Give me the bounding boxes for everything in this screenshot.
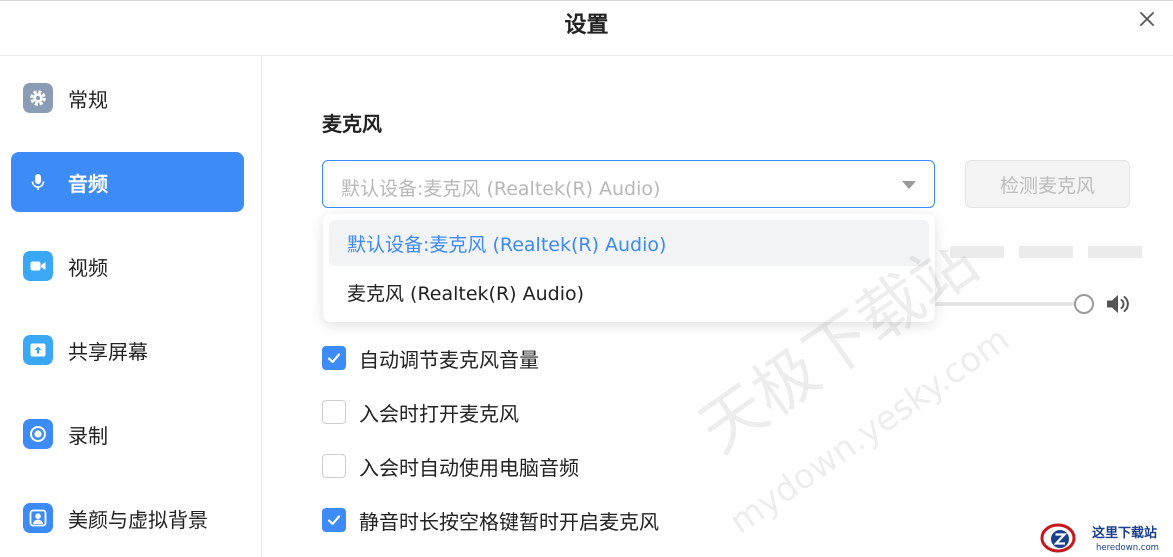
sidebar-item-label: 美颜与虚拟背景	[68, 507, 208, 532]
logo-text: 这里下载站	[1092, 525, 1157, 541]
checkbox-label: 自动调节麦克风音量	[359, 347, 539, 372]
input-volume-track	[930, 302, 1075, 306]
select-value: 默认设备:麦克风 (Realtek(R) Audio)	[341, 178, 661, 200]
checkbox[interactable]	[322, 508, 346, 532]
checkbox-label: 静音时长按空格键暂时开启麦克风	[359, 509, 659, 534]
input-level-segment	[1088, 246, 1142, 258]
checkbox-auto-adjust-volume[interactable]: 自动调节麦克风音量	[322, 345, 539, 372]
checkmark-icon	[327, 353, 341, 364]
dropdown-option-microphone[interactable]: 麦克风 (Realtek(R) Audio)	[329, 269, 929, 315]
input-level-segment	[950, 246, 1004, 258]
share-screen-icon	[23, 335, 53, 365]
sidebar-item-audio[interactable]: 音频	[11, 152, 244, 212]
sidebar-item-label: 录制	[68, 423, 108, 448]
sidebar-item-video[interactable]: 视频	[11, 236, 244, 296]
close-button[interactable]	[1135, 7, 1159, 31]
checkmark-icon	[327, 515, 341, 526]
sidebar-item-label: 共享屏幕	[68, 339, 148, 364]
checkbox-label: 入会时打开麦克风	[359, 401, 519, 426]
checkbox-unmute-on-join[interactable]: 入会时打开麦克风	[322, 399, 519, 426]
settings-sidebar: 常规 音频 视频 共享屏幕 录制 美颜与虚拟背景	[0, 56, 262, 557]
checkbox-auto-join-computer-audio[interactable]: 入会时自动使用电脑音频	[322, 453, 579, 480]
sidebar-item-label: 音频	[68, 171, 108, 196]
caret-down-icon	[902, 181, 916, 189]
microphone-icon	[23, 167, 53, 197]
sidebar-item-label: 常规	[68, 87, 108, 112]
checkbox[interactable]	[322, 454, 346, 478]
sidebar-item-recording[interactable]: 录制	[11, 404, 244, 464]
checkbox[interactable]	[322, 400, 346, 424]
speaker-volume-icon	[1107, 295, 1129, 313]
checkbox[interactable]	[322, 346, 346, 370]
close-icon	[1140, 12, 1154, 26]
sidebar-item-beauty-background[interactable]: 美颜与虚拟背景	[11, 488, 244, 548]
test-microphone-button[interactable]: 检测麦克风	[965, 160, 1130, 208]
window-title: 设置	[564, 13, 609, 38]
portrait-icon	[23, 503, 53, 533]
watermark-url: mydown.yesky.com	[722, 319, 1017, 542]
sidebar-item-share-screen[interactable]: 共享屏幕	[11, 320, 244, 380]
video-camera-icon	[23, 251, 53, 281]
input-volume-slider-handle[interactable]	[1074, 294, 1094, 314]
microphone-dropdown-menu: 默认设备:麦克风 (Realtek(R) Audio) 麦克风 (Realtek…	[323, 214, 935, 322]
sidebar-item-general[interactable]: 常规	[11, 68, 244, 128]
input-level-segment	[1019, 246, 1073, 258]
dropdown-option-default-microphone[interactable]: 默认设备:麦克风 (Realtek(R) Audio)	[329, 220, 929, 266]
checkbox-push-to-talk[interactable]: 静音时长按空格键暂时开启麦克风	[322, 507, 659, 534]
record-icon	[23, 419, 53, 449]
sidebar-item-label: 视频	[68, 255, 108, 280]
title-bar: 设置	[0, 0, 1173, 56]
checkbox-label: 入会时自动使用电脑音频	[359, 455, 579, 480]
microphone-section-title: 麦克风	[322, 112, 382, 136]
gear-icon	[23, 83, 53, 113]
site-logo: 这里下载站 heredown.com	[1040, 523, 1159, 553]
microphone-device-select[interactable]: 默认设备:麦克风 (Realtek(R) Audio)	[322, 160, 935, 208]
logo-url: heredown.com	[1096, 543, 1159, 553]
